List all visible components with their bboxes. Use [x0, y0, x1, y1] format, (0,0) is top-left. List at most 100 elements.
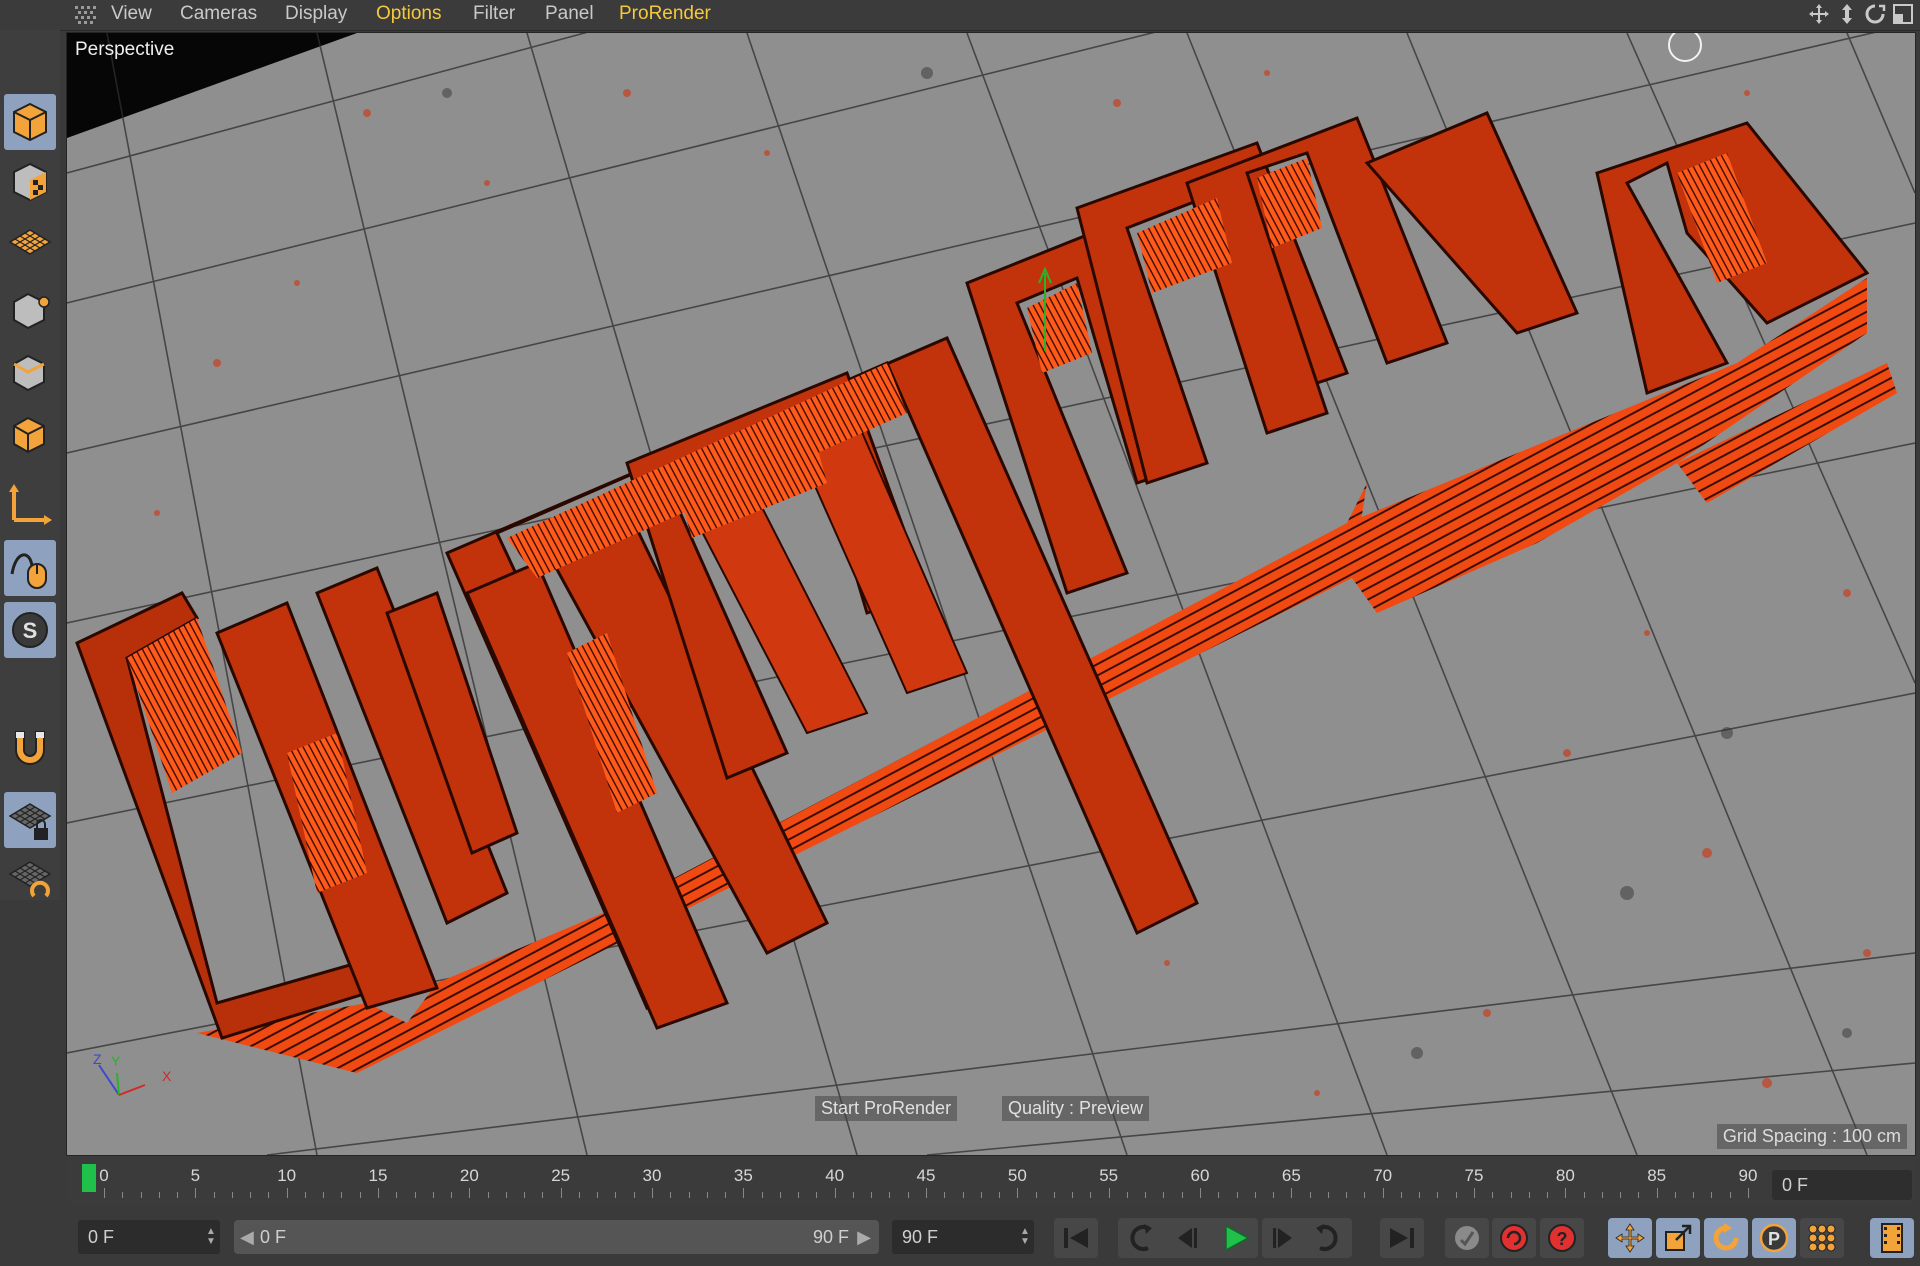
timeline-button[interactable]: [1870, 1218, 1914, 1258]
tweak-mode-button[interactable]: [4, 540, 56, 596]
menu-prorender[interactable]: ProRender: [619, 3, 711, 25]
menu-view[interactable]: View: [111, 3, 152, 25]
timeline-tick: [1017, 1188, 1019, 1198]
prev-key-icon[interactable]: [1122, 1220, 1158, 1256]
scale-key-button[interactable]: [1656, 1218, 1700, 1258]
range-slider[interactable]: ◀ 0 F 90 F ▶: [234, 1220, 879, 1254]
perspective-viewport[interactable]: Perspective Z Y X Start ProRender Qualit…: [66, 32, 1916, 1156]
rotate-key-button[interactable]: [1704, 1218, 1748, 1258]
orbit-icon[interactable]: [1864, 3, 1886, 25]
slider-left-arrow-icon[interactable]: ◀: [240, 1220, 254, 1254]
timeline-tick: [1729, 1192, 1731, 1198]
menu-display[interactable]: Display: [285, 3, 347, 25]
toggle-view-icon[interactable]: [1892, 3, 1914, 25]
spinner-icon[interactable]: ▲ ▼: [1020, 1227, 1030, 1247]
model-mode-button[interactable]: [4, 94, 56, 150]
slider-right-arrow-icon[interactable]: ▶: [857, 1220, 871, 1254]
timeline-tick: [798, 1192, 800, 1198]
prev-frame-icon[interactable]: [1168, 1220, 1204, 1256]
timeline-tick: [578, 1192, 580, 1198]
axis-label-y: Y: [111, 1053, 121, 1069]
goto-start-button[interactable]: [1054, 1218, 1098, 1258]
timeline-tick: [633, 1192, 635, 1198]
quality-preview-button[interactable]: Quality : Preview: [1002, 1096, 1150, 1121]
timeline-tick: [1455, 1192, 1457, 1198]
move-key-button[interactable]: [1608, 1218, 1652, 1258]
lock-workplane-button[interactable]: [4, 792, 56, 848]
frame-forward-group: [1262, 1218, 1352, 1258]
frame-step-group: [1118, 1218, 1258, 1258]
timeline-tick: [1309, 1192, 1311, 1198]
menu-options[interactable]: Options: [376, 3, 441, 25]
timeline-tick: [1528, 1192, 1530, 1198]
grip-icon[interactable]: [74, 5, 96, 25]
workplane-button[interactable]: [4, 214, 56, 270]
timeline-tick: [1163, 1192, 1165, 1198]
zoom-icon[interactable]: [1836, 3, 1858, 25]
menu-cameras[interactable]: Cameras: [180, 3, 257, 25]
axis-mode-icon: [9, 484, 52, 525]
autokey-button[interactable]: [1492, 1218, 1536, 1258]
playhead[interactable]: [82, 1164, 96, 1192]
timeline-tick: [1108, 1188, 1110, 1198]
timeline-ruler[interactable]: 0 5 10 15 20 25 30 35 40 45 50 55 60 65 70 75 80 85 90: [66, 1160, 1914, 1206]
timeline-tick: [359, 1192, 361, 1198]
keyframe-selection-button[interactable]: ?: [1540, 1218, 1584, 1258]
polygons-mode-button[interactable]: [4, 404, 56, 460]
menu-panel[interactable]: Panel: [545, 3, 594, 25]
timeline-tick: [907, 1192, 909, 1198]
timeline-tick: [1200, 1188, 1201, 1198]
goto-end-button[interactable]: [1380, 1218, 1424, 1258]
current-frame-value: 0 F: [1782, 1175, 1809, 1195]
model-mode-icon: [13, 102, 47, 142]
pan-icon[interactable]: [1808, 3, 1830, 25]
timeline-tick: [1327, 1192, 1329, 1198]
next-frame-icon[interactable]: [1266, 1220, 1302, 1256]
menu-filter[interactable]: Filter: [473, 3, 515, 25]
keyframe-selection-icon: ?: [1548, 1224, 1576, 1252]
play-icon[interactable]: [1218, 1220, 1254, 1256]
lock-workplane-icon: [8, 803, 52, 840]
timeline-tick-label: 90: [1738, 1166, 1758, 1185]
current-frame-field[interactable]: 0 F: [1772, 1170, 1912, 1200]
timeline-tick: [213, 1192, 215, 1198]
viewport-label[interactable]: Perspective: [75, 39, 174, 61]
end-frame-field[interactable]: 90 F ▲ ▼: [892, 1220, 1034, 1254]
spinner-icon[interactable]: ▲ ▼: [206, 1227, 216, 1247]
timeline-tick: [615, 1192, 617, 1198]
axis-mode-button[interactable]: [4, 476, 56, 532]
workplane-alignment-button[interactable]: [4, 854, 56, 910]
timeline-tick: [1346, 1192, 1348, 1198]
timeline-tick: [560, 1188, 562, 1198]
start-prorender-button[interactable]: Start ProRender: [815, 1096, 958, 1121]
texture-mode-button[interactable]: [4, 154, 56, 210]
timeline-tick: [1072, 1192, 1074, 1198]
timeline-tick: [1711, 1192, 1713, 1198]
record-key-button[interactable]: [1445, 1218, 1489, 1258]
next-key-icon[interactable]: [1310, 1220, 1346, 1256]
timeline-tick: [944, 1192, 946, 1198]
timeline-tick: [1236, 1192, 1238, 1198]
timeline-tick: [451, 1192, 453, 1198]
timeline-tick: [1291, 1188, 1293, 1198]
timeline-tick: [378, 1188, 379, 1198]
points-mode-icon: [13, 292, 50, 330]
texture-mode-icon: [13, 162, 47, 202]
viewport-menu-bar: View Cameras Display Options Filter Pane…: [0, 0, 1920, 31]
param-key-button[interactable]: P: [1752, 1218, 1796, 1258]
snap-button[interactable]: [4, 718, 56, 774]
solo-button[interactable]: S: [4, 602, 56, 658]
timeline-tick: [1145, 1192, 1147, 1198]
edges-mode-button[interactable]: [4, 342, 56, 398]
pla-key-button[interactable]: [1800, 1218, 1844, 1258]
points-mode-button[interactable]: [4, 280, 56, 336]
timeline-tick-label: 15: [368, 1166, 388, 1185]
timeline-tick: [432, 1192, 434, 1198]
timeline-tick: [1620, 1192, 1622, 1198]
svg-text:?: ?: [1557, 1229, 1568, 1249]
timeline-tick: [122, 1192, 124, 1198]
record-key-icon: [1455, 1226, 1479, 1250]
timeline-tick: [1547, 1192, 1549, 1198]
start-frame-field[interactable]: 0 F ▲ ▼: [78, 1220, 220, 1254]
timeline-tick: [1364, 1192, 1366, 1198]
